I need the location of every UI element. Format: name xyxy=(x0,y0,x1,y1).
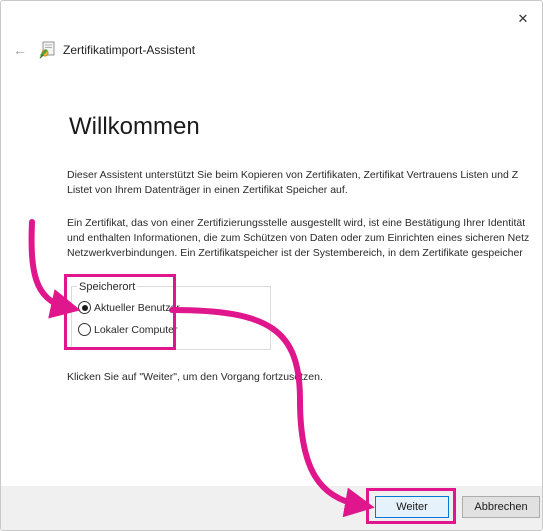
continue-text: Klicken Sie auf "Weiter", um den Vorgang… xyxy=(67,371,323,383)
page-heading: Willkommen xyxy=(69,113,200,140)
radio-unselected-icon xyxy=(78,323,91,336)
close-button[interactable]: ✕ xyxy=(506,6,540,32)
wizard-title: Zertifikatimport-Assistent xyxy=(63,43,196,57)
next-button[interactable]: Weiter xyxy=(375,496,449,518)
info-line: Ein Zertifikat, das von einer Zertifizie… xyxy=(67,217,526,229)
radio-current-user[interactable]: Aktueller Benutzer xyxy=(78,301,180,314)
intro-line: Dieser Assistent unterstützt Sie beim Ko… xyxy=(67,169,519,181)
button-bar xyxy=(1,486,542,530)
store-location-group xyxy=(71,286,271,350)
close-icon: ✕ xyxy=(517,11,529,26)
info-line: und enthalten Informationen, die zum Sch… xyxy=(67,232,530,244)
store-location-legend: Speicherort xyxy=(77,281,138,293)
info-text: Ein Zertifikat, das von einer Zertifizie… xyxy=(67,216,529,261)
back-arrow-icon: ← xyxy=(13,42,27,58)
radio-label: Aktueller Benutzer xyxy=(94,301,180,314)
wizard-window: ✕ ← Zertifikatimport-Assistent Willkomme… xyxy=(0,0,543,531)
intro-text: Dieser Assistent unterstützt Sie beim Ko… xyxy=(67,168,518,198)
intro-line: Listet von Ihrem Datenträger in einen Ze… xyxy=(67,184,348,196)
radio-local-machine[interactable]: Lokaler Computer xyxy=(78,323,177,336)
info-line: Netzwerkverbindungen. Ein Zertifikatspei… xyxy=(67,247,523,259)
radio-selected-icon xyxy=(78,301,91,314)
cancel-button[interactable]: Abbrechen xyxy=(462,496,540,518)
radio-label: Lokaler Computer xyxy=(94,323,178,336)
back-button[interactable]: ← xyxy=(10,40,30,60)
certificate-wizard-icon xyxy=(39,41,55,59)
